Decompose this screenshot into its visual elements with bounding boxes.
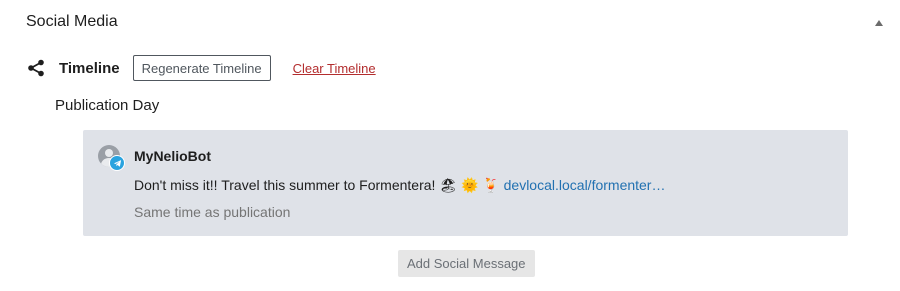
share-icon (28, 59, 44, 77)
telegram-icon (109, 155, 125, 171)
message-body: Don't miss it!! Travel this summer to Fo… (134, 177, 504, 193)
collapse-toggle-button[interactable] (870, 14, 888, 32)
message-text: Don't miss it!! Travel this summer to Fo… (134, 177, 665, 194)
social-media-panel: Social Media Timeline Regenerate Timelin… (0, 0, 900, 291)
clear-timeline-link[interactable]: Clear Timeline (293, 61, 376, 76)
message-author: MyNelioBot (134, 148, 211, 164)
triangle-up-icon (875, 20, 883, 26)
timeline-row: Timeline Regenerate Timeline Clear Timel… (26, 55, 376, 81)
message-link[interactable]: devlocal.local/formenter… (504, 177, 666, 193)
panel-title: Social Media (26, 13, 118, 30)
add-social-message-button[interactable]: Add Social Message (398, 250, 535, 277)
timeline-label: Timeline (59, 59, 120, 77)
regenerate-timeline-button[interactable]: Regenerate Timeline (132, 55, 271, 81)
social-message-card[interactable]: MyNelioBot Don't miss it!! Travel this s… (83, 130, 848, 236)
publication-day-heading: Publication Day (55, 97, 160, 114)
message-schedule: Same time as publication (134, 204, 291, 220)
paper-plane-icon (113, 159, 121, 167)
